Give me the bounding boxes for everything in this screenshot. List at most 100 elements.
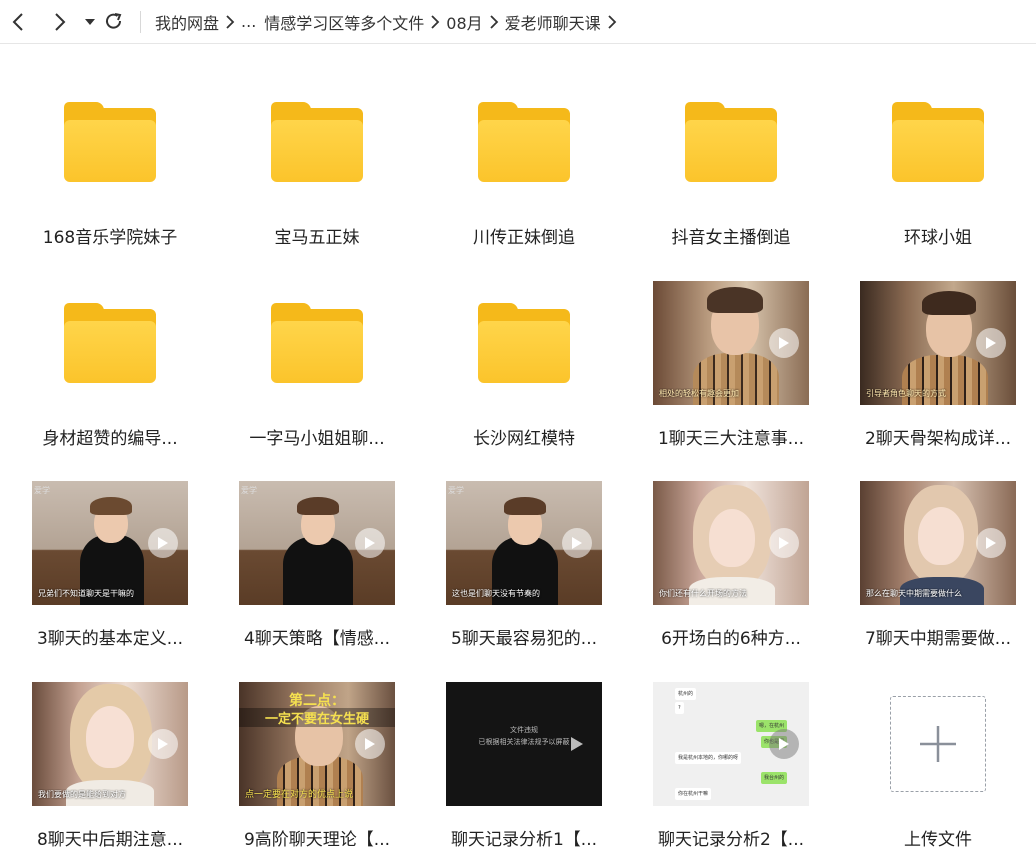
folder-item[interactable]: 一字马小姐姐聊...: [222, 268, 412, 458]
channel-logo: 爱学: [34, 486, 50, 495]
video-thumbnail: 爱学: [239, 481, 395, 605]
video-thumbnail: 我们要做的是能给到对方: [32, 682, 188, 806]
caret-down-icon: [85, 18, 95, 25]
forward-button[interactable]: [48, 8, 72, 36]
video-name: 聊天记录分析2【...: [657, 830, 805, 850]
video-overlay-heading: 第二点：: [289, 693, 345, 709]
folder-name: 环球小姐: [904, 228, 972, 248]
play-icon: [769, 729, 799, 759]
folder-icon: [685, 102, 777, 182]
chevron-right-icon: [424, 14, 446, 29]
folder-item[interactable]: 身材超赞的编导...: [15, 268, 205, 458]
chevron-left-icon: [12, 12, 23, 31]
video-item[interactable]: 文件违规 已根据相关法律法规予以屏蔽 聊天记录分析1【...: [429, 669, 619, 859]
upload-dropzone[interactable]: [890, 696, 986, 792]
breadcrumb-ellipsis[interactable]: ...: [241, 12, 256, 31]
breadcrumb-current-folder[interactable]: 爱老师聊天课: [505, 10, 601, 34]
video-thumbnail: 文件违规 已根据相关法律法规予以屏蔽: [446, 682, 602, 806]
video-item[interactable]: 爱学 这也是们聊天没有节奏的 5聊天最容易犯的...: [429, 468, 619, 658]
folder-icon: [478, 102, 570, 182]
video-thumbnail: 你们还有什么开场的方法: [653, 481, 809, 605]
video-item[interactable]: 相处的轻松有趣会更加 1聊天三大注意事...: [636, 268, 826, 458]
video-name: 9高阶聊天理论【...: [243, 830, 391, 850]
plus-icon: [920, 726, 956, 762]
folder-name: 身材超赞的编导...: [42, 429, 178, 449]
video-name: 聊天记录分析1【...: [450, 830, 598, 850]
folder-icon: [64, 102, 156, 182]
breadcrumb-my-drive[interactable]: 我的网盘: [155, 10, 219, 34]
chevron-right-icon: [55, 12, 66, 31]
folder-name: 长沙网红模特: [473, 429, 575, 449]
folder-name: 抖音女主播倒追: [671, 228, 791, 248]
folder-item[interactable]: 抖音女主播倒追: [636, 67, 826, 257]
back-button[interactable]: [6, 8, 30, 36]
history-dropdown-button[interactable]: [78, 8, 102, 36]
toolbar-divider: [140, 10, 141, 33]
folder-name: 一字马小姐姐聊...: [249, 429, 385, 449]
folder-item[interactable]: 环球小姐: [843, 67, 1033, 257]
video-thumbnail: 杭州的 ? 嗯，在杭州 你也是呢 我是杭州本地的，你哪的呀 我台州的 你在杭州干…: [653, 682, 809, 806]
video-item[interactable]: 爱学 兄弟们不知道聊天是干嘛的 3聊天的基本定义...: [15, 468, 205, 658]
video-subtitle: 点一定要在对方的优点上说: [245, 790, 354, 800]
folder-name: 川传正妹倒追: [473, 228, 575, 248]
folder-item[interactable]: 宝马五正妹: [222, 67, 412, 257]
breadcrumb-learning-folder[interactable]: 情感学习区等多个文件: [264, 10, 424, 34]
video-thumbnail: 第二点： 一定不要在女生硬 点一定要在对方的优点上说: [239, 682, 395, 806]
file-grid: 168音乐学院妹子 宝马五正妹 川传正妹倒追 抖音女主播倒追 环球小姐 身材超赞…: [0, 44, 1036, 850]
folder-icon: [271, 303, 363, 383]
video-item[interactable]: 第二点： 一定不要在女生硬 点一定要在对方的优点上说 9高阶聊天理论【...: [222, 669, 412, 859]
folder-icon: [478, 303, 570, 383]
folder-item[interactable]: 长沙网红模特: [429, 268, 619, 458]
video-thumbnail: 爱学 兄弟们不知道聊天是干嘛的: [32, 481, 188, 605]
channel-logo: 爱学: [241, 486, 257, 495]
video-thumbnail: 相处的轻松有趣会更加: [653, 281, 809, 405]
chevron-right-icon: [483, 14, 505, 29]
video-item[interactable]: 引导者角色聊天的方式 2聊天骨架构成详...: [843, 268, 1033, 458]
folder-item[interactable]: 川传正妹倒追: [429, 67, 619, 257]
play-icon: [562, 729, 592, 759]
upload-file-button[interactable]: 上传文件: [843, 669, 1033, 859]
video-name: 6开场白的6种方...: [661, 629, 801, 649]
video-name: 8聊天中后期注意...: [36, 830, 184, 850]
folder-icon: [271, 102, 363, 182]
folder-icon: [892, 102, 984, 182]
channel-logo: 爱学: [448, 486, 464, 495]
video-name: 3聊天的基本定义...: [36, 629, 184, 649]
play-icon: [148, 528, 178, 558]
play-icon: [976, 328, 1006, 358]
play-icon: [976, 528, 1006, 558]
play-icon: [148, 729, 178, 759]
video-name: 5聊天最容易犯的...: [450, 629, 598, 649]
video-subtitle: 兄弟们不知道聊天是干嘛的: [38, 589, 134, 598]
upload-label: 上传文件: [904, 830, 972, 850]
video-item[interactable]: 杭州的 ? 嗯，在杭州 你也是呢 我是杭州本地的，你哪的呀 我台州的 你在杭州干…: [636, 669, 826, 859]
video-item[interactable]: 你们还有什么开场的方法 6开场白的6种方...: [636, 468, 826, 658]
video-overlay-text: 一定不要在女生硬: [239, 708, 395, 727]
breadcrumb-august[interactable]: 08月: [446, 10, 482, 34]
video-item[interactable]: 那么在聊天中期需要做什么 7聊天中期需要做...: [843, 468, 1033, 658]
play-icon: [355, 729, 385, 759]
breadcrumb: 我的网盘 ... 情感学习区等多个文件 08月 爱老师聊天课: [155, 10, 623, 34]
folder-name: 宝马五正妹: [274, 228, 360, 248]
play-icon: [769, 528, 799, 558]
video-name: 4聊天策略【情感...: [243, 629, 391, 649]
refresh-button[interactable]: [102, 8, 126, 36]
play-icon: [355, 528, 385, 558]
video-thumbnail: 那么在聊天中期需要做什么: [860, 481, 1016, 605]
video-thumbnail: 引导者角色聊天的方式: [860, 281, 1016, 405]
video-item[interactable]: 爱学 4聊天策略【情感...: [222, 468, 412, 658]
video-subtitle: 这也是们聊天没有节奏的: [452, 589, 540, 598]
folder-icon: [64, 303, 156, 383]
video-name: 1聊天三大注意事...: [657, 429, 805, 449]
play-icon: [769, 328, 799, 358]
video-item[interactable]: 我们要做的是能给到对方 8聊天中后期注意...: [15, 669, 205, 859]
chevron-right-icon: [601, 14, 623, 29]
folder-item[interactable]: 168音乐学院妹子: [15, 67, 205, 257]
refresh-icon: [106, 12, 122, 29]
navigation-toolbar: 我的网盘 ... 情感学习区等多个文件 08月 爱老师聊天课: [0, 0, 1036, 44]
play-icon: [562, 528, 592, 558]
video-thumbnail: 爱学 这也是们聊天没有节奏的: [446, 481, 602, 605]
folder-name: 168音乐学院妹子: [42, 228, 178, 248]
video-name: 7聊天中期需要做...: [864, 629, 1012, 649]
chevron-right-icon: [219, 14, 241, 29]
